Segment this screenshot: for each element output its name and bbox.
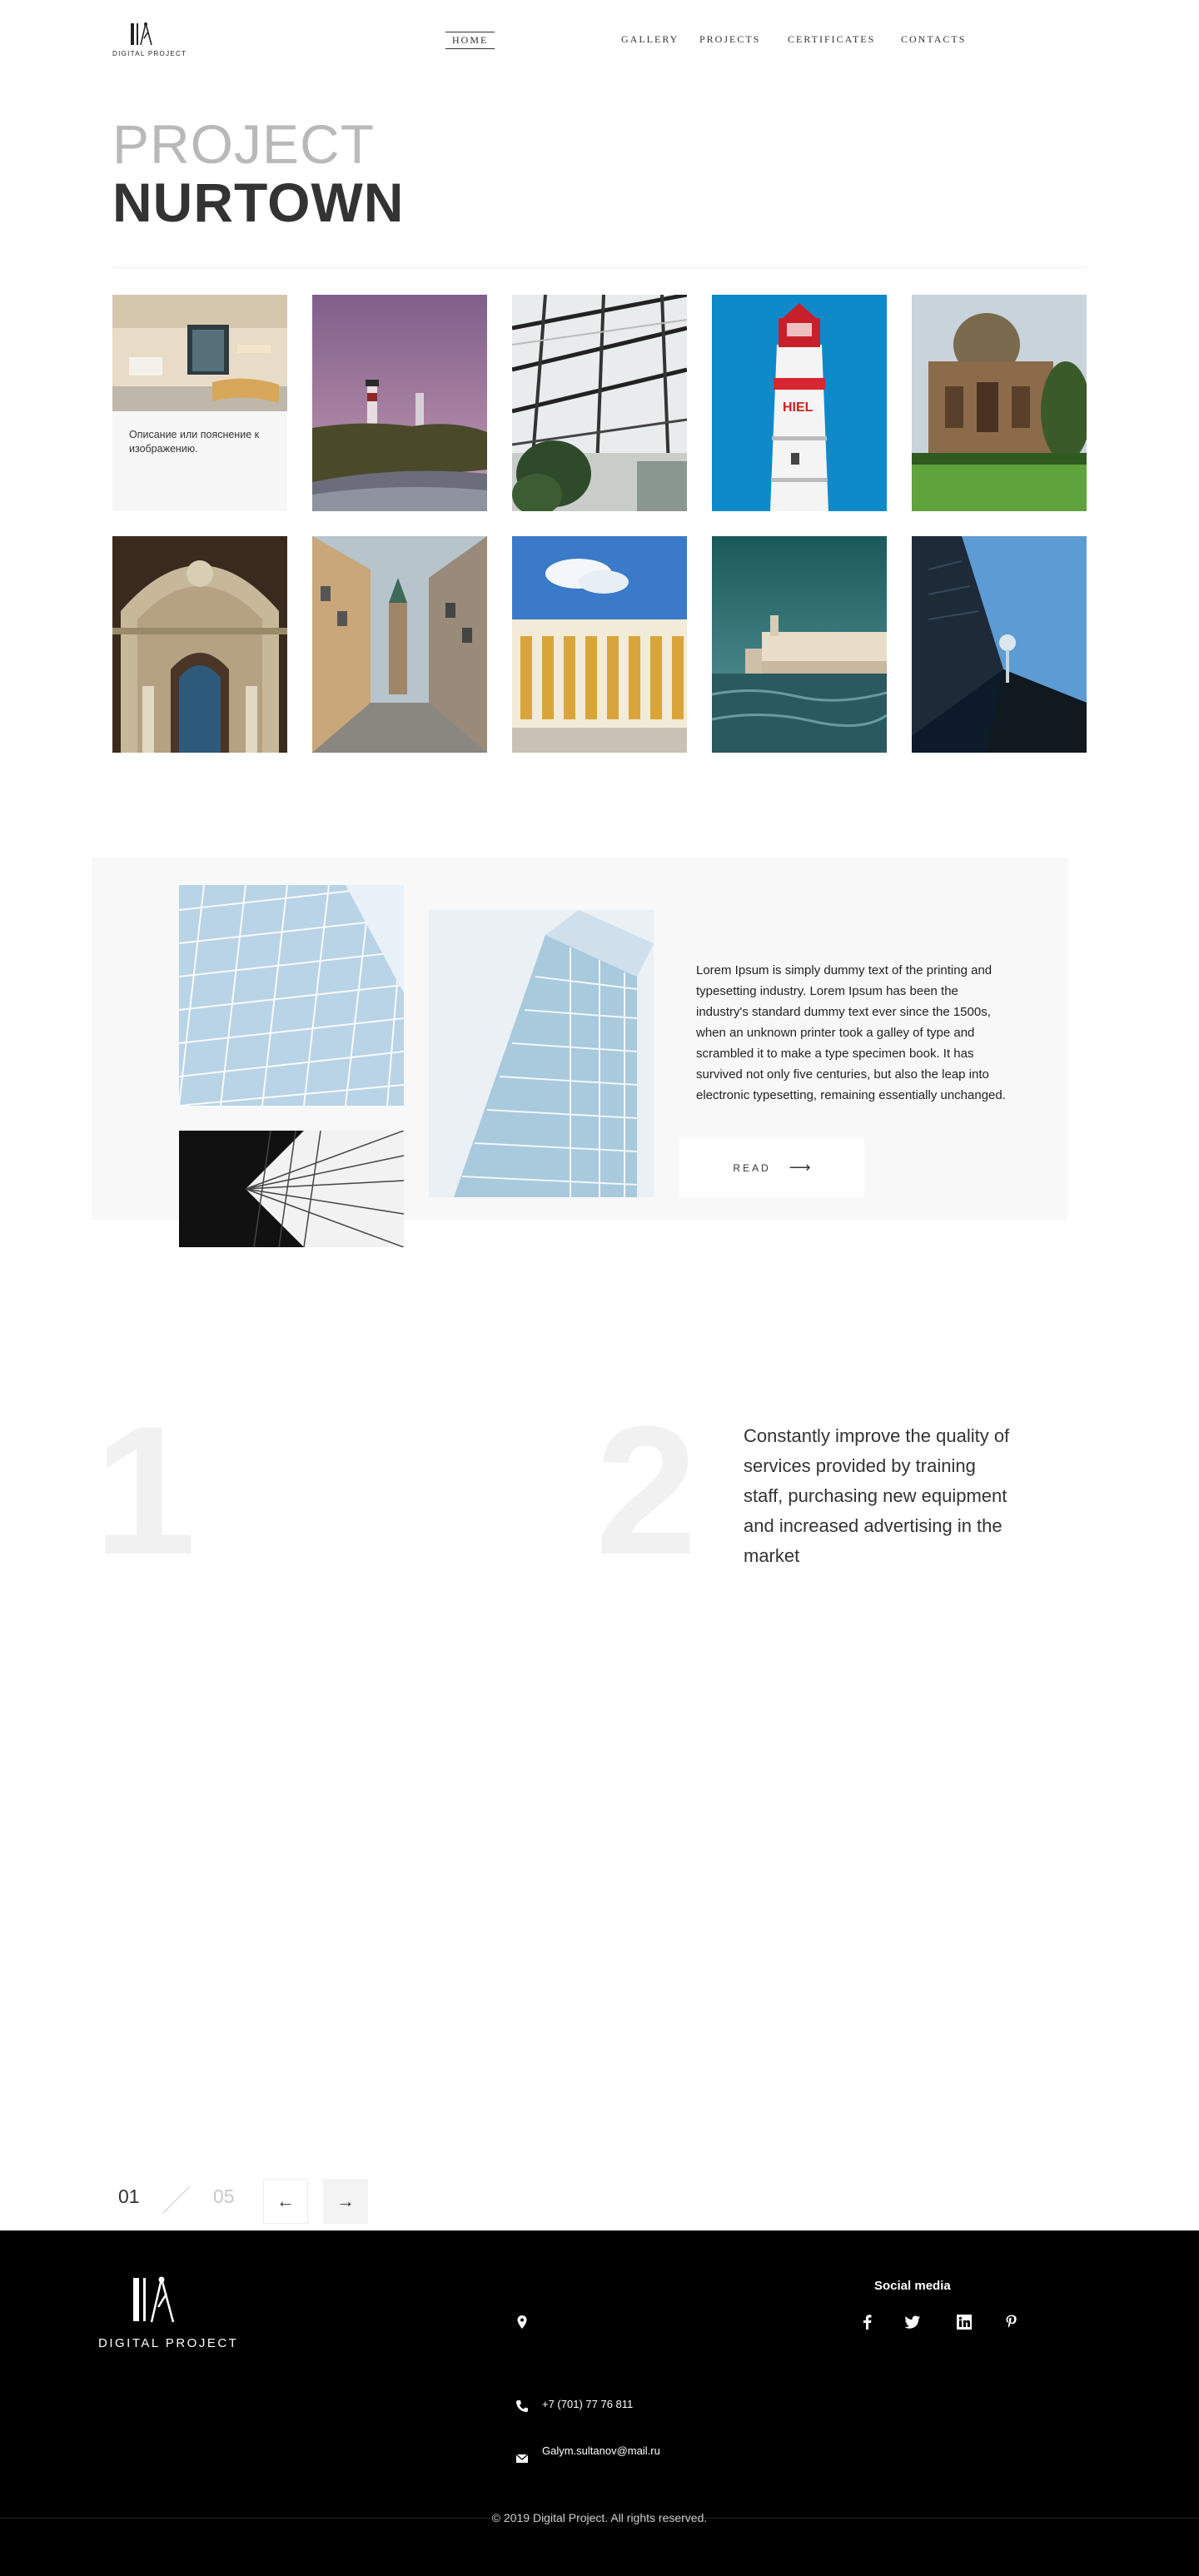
svg-text:HIEL: HIEL <box>783 400 813 415</box>
read-button[interactable]: READ ⟶ <box>679 1138 864 1197</box>
bw-building-photo <box>179 1131 404 1247</box>
feature-image-3 <box>179 1131 404 1247</box>
prev-page-button[interactable]: ← <box>263 2179 308 2224</box>
step-number-2: 2 <box>595 1388 698 1593</box>
nav-home[interactable]: HOME <box>445 32 495 49</box>
linkedin-icon[interactable] <box>956 2314 973 2330</box>
feature-text: Lorem Ipsum is simply dummy text of the … <box>696 963 1006 1102</box>
gallery-caption: Описание или пояснение к изображению. <box>129 429 260 455</box>
site-header: DIGITAL PROJECT HOME GALLERY PROJECTS CE… <box>0 0 1199 83</box>
nav-contacts[interactable]: CONTACTS <box>901 33 966 46</box>
nav-gallery[interactable]: GALLERY <box>621 33 679 46</box>
lighthouse-tower-photo: HIEL <box>712 295 887 511</box>
street-photo <box>312 536 487 753</box>
social-title: Social media <box>874 2279 951 2293</box>
footer-phone[interactable]: +7 (701) 77 76 811 <box>542 2398 633 2410</box>
arrow-right-icon: ⟶ <box>789 1159 811 1176</box>
gallery-tile[interactable] <box>312 536 487 753</box>
mail-icon <box>515 2454 529 2463</box>
divider <box>112 267 1087 268</box>
page-title: NURTOWN <box>112 172 405 233</box>
feature-image-2 <box>429 910 654 1197</box>
page-title-prefix: PROJECT <box>112 113 376 175</box>
nav-projects[interactable]: PROJECTS <box>699 33 760 46</box>
gallery-tile[interactable] <box>712 536 887 753</box>
gallery-tile[interactable] <box>912 536 1087 753</box>
glass-building-photo <box>179 885 404 1106</box>
gallery-tile[interactable] <box>512 295 687 511</box>
lighthouse-coast-photo <box>312 295 487 511</box>
gallery-card-caption[interactable]: Описание или пояснение к изображению. <box>112 295 287 511</box>
footer-logo-icon[interactable] <box>132 2275 178 2324</box>
glass-roof-photo <box>512 295 687 511</box>
twitter-icon[interactable] <box>904 2314 921 2330</box>
page-current: 01 <box>118 2186 140 2207</box>
skyscraper-photo <box>912 536 1087 753</box>
gallery-tile[interactable] <box>312 295 487 511</box>
logo-text: DIGITAL PROJECT <box>112 50 187 57</box>
pinterest-icon[interactable] <box>1003 2314 1020 2330</box>
location-pin-icon <box>517 2315 527 2329</box>
footer-email[interactable]: Galym.sultanov@mail.ru <box>542 2444 660 2457</box>
arch-interior-photo <box>112 536 287 753</box>
step-text-2: Constantly improve the quality of servic… <box>744 1425 1010 1566</box>
gallery-tile[interactable] <box>912 295 1087 511</box>
logo[interactable]: DIGITAL PROJECT <box>112 22 187 63</box>
page-total: 05 <box>213 2186 235 2207</box>
arrow-right-icon: → <box>336 2191 355 2211</box>
next-page-button[interactable]: → <box>323 2179 368 2224</box>
arrow-left-icon: ← <box>276 2191 295 2211</box>
logo-mark-icon <box>131 22 152 46</box>
gallery-tile[interactable]: HIEL <box>712 295 887 511</box>
glass-tower-photo <box>429 910 654 1197</box>
nav-certificates[interactable]: CERTIFICATES <box>788 33 875 46</box>
gallery-tile[interactable] <box>112 536 287 753</box>
footer-logo-text: DIGITAL PROJECT <box>98 2336 239 2350</box>
venice-photo <box>712 536 887 753</box>
step-number-1: 1 <box>94 1388 197 1593</box>
gallery-tile[interactable] <box>512 536 687 753</box>
copyright: © 2019 Digital Project. All rights reser… <box>491 2511 708 2524</box>
feature-image-1 <box>179 885 404 1106</box>
read-label: READ <box>733 1161 771 1174</box>
page-separator <box>162 2186 191 2214</box>
lobby-photo <box>112 295 287 411</box>
phone-icon <box>516 2400 528 2412</box>
facebook-icon[interactable] <box>858 2314 875 2330</box>
tomb-photo <box>912 295 1087 511</box>
colonnade-photo <box>512 536 687 753</box>
